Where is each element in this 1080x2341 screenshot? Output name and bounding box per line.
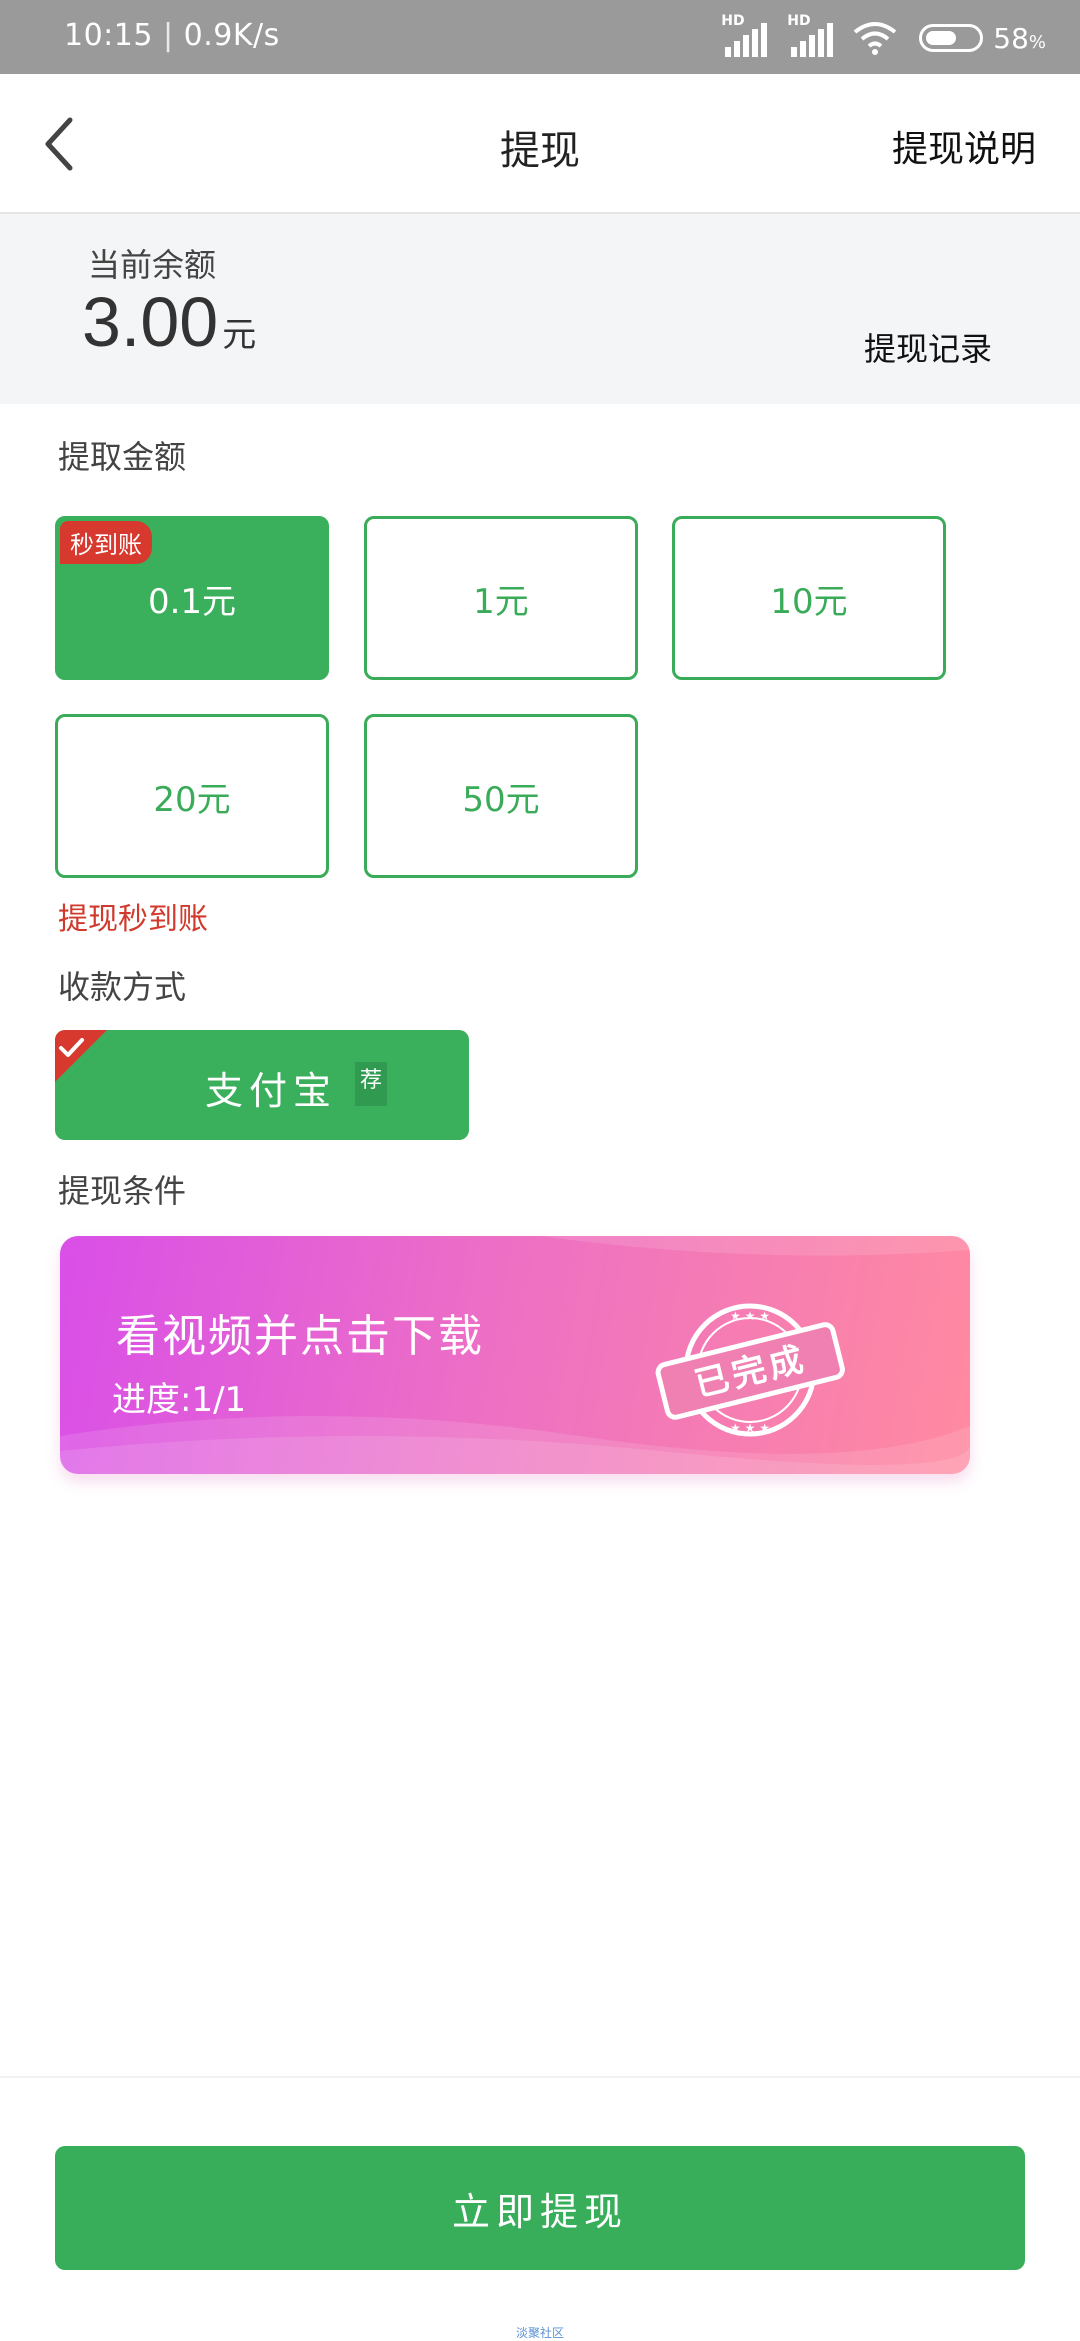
alipay-option[interactable]: 支付宝 荐: [55, 1030, 469, 1140]
payment-method-label: 支付宝: [205, 1069, 338, 1113]
status-bar: 10:15 | 0.9K/s HD HD 58%: [0, 0, 1080, 74]
wifi-icon: [854, 22, 897, 55]
status-separator: |: [163, 18, 174, 53]
battery-icon: [919, 24, 984, 52]
amount-option-label: 20元: [153, 779, 231, 820]
amount-option[interactable]: 50元: [364, 714, 638, 878]
recommend-tag: 荐: [355, 1062, 387, 1106]
battery-level: 58: [993, 21, 1029, 55]
withdraw-help-link[interactable]: 提现说明: [892, 120, 1036, 172]
balance-panel: 当前余额 3.00 元 提现记录: [0, 214, 1080, 404]
signal-icon: HD: [787, 13, 834, 57]
selected-check-icon: [55, 1030, 107, 1082]
svg-text:★ ★ ★: ★ ★ ★: [730, 1421, 770, 1435]
bottom-divider: [0, 2076, 1080, 2078]
withdraw-history-link[interactable]: 提现记录: [864, 324, 992, 370]
task-title: 看视频并点击下载: [116, 1311, 484, 1362]
amount-option-label: 10元: [770, 581, 848, 622]
balance-unit: 元: [222, 316, 257, 354]
amount-option[interactable]: 秒到账 0.1元: [55, 516, 329, 680]
completed-stamp: ★ ★ ★ ★ ★ ★ 已完成: [650, 1292, 850, 1442]
status-time: 10:15 | 0.9K/s: [64, 18, 280, 53]
amount-option-label: 1元: [473, 581, 529, 622]
balance-value: 3.00: [82, 283, 219, 361]
balance-amount: 3.00 元: [82, 282, 256, 362]
svg-text:★ ★ ★: ★ ★ ★: [730, 1309, 770, 1323]
top-nav: 提现 提现说明: [0, 74, 1080, 214]
payment-section-title: 收款方式: [58, 968, 187, 1006]
battery-indicator: 58%: [919, 22, 1046, 55]
amount-option[interactable]: 10元: [672, 516, 946, 680]
condition-section-title: 提现条件: [58, 1172, 187, 1210]
signal-icon: HD: [721, 13, 768, 57]
battery-unit: %: [1028, 31, 1046, 53]
condition-card: 看视频并点击下载 进度:1/1 ★ ★ ★ ★ ★ ★ 已完成: [60, 1236, 970, 1474]
amount-option-label: 0.1元: [147, 581, 237, 622]
network-speed: 0.9K/s: [183, 18, 280, 53]
balance-label: 当前余额: [88, 246, 217, 284]
amount-option[interactable]: 20元: [55, 714, 329, 878]
amount-option[interactable]: 1元: [364, 516, 638, 680]
status-indicators: HD HD 58%: [721, 13, 1046, 60]
watermark: 淡聚社区: [515, 2326, 564, 2340]
instant-badge: 秒到账: [60, 521, 152, 564]
task-progress: 进度:1/1: [112, 1380, 247, 1420]
amount-section-title: 提取金额: [58, 438, 187, 476]
withdraw-now-button[interactable]: 立即提现: [55, 2146, 1025, 2270]
amount-option-label: 50元: [462, 779, 540, 820]
instant-arrival-note: 提现秒到账: [58, 902, 208, 937]
clock: 10:15: [64, 18, 153, 53]
